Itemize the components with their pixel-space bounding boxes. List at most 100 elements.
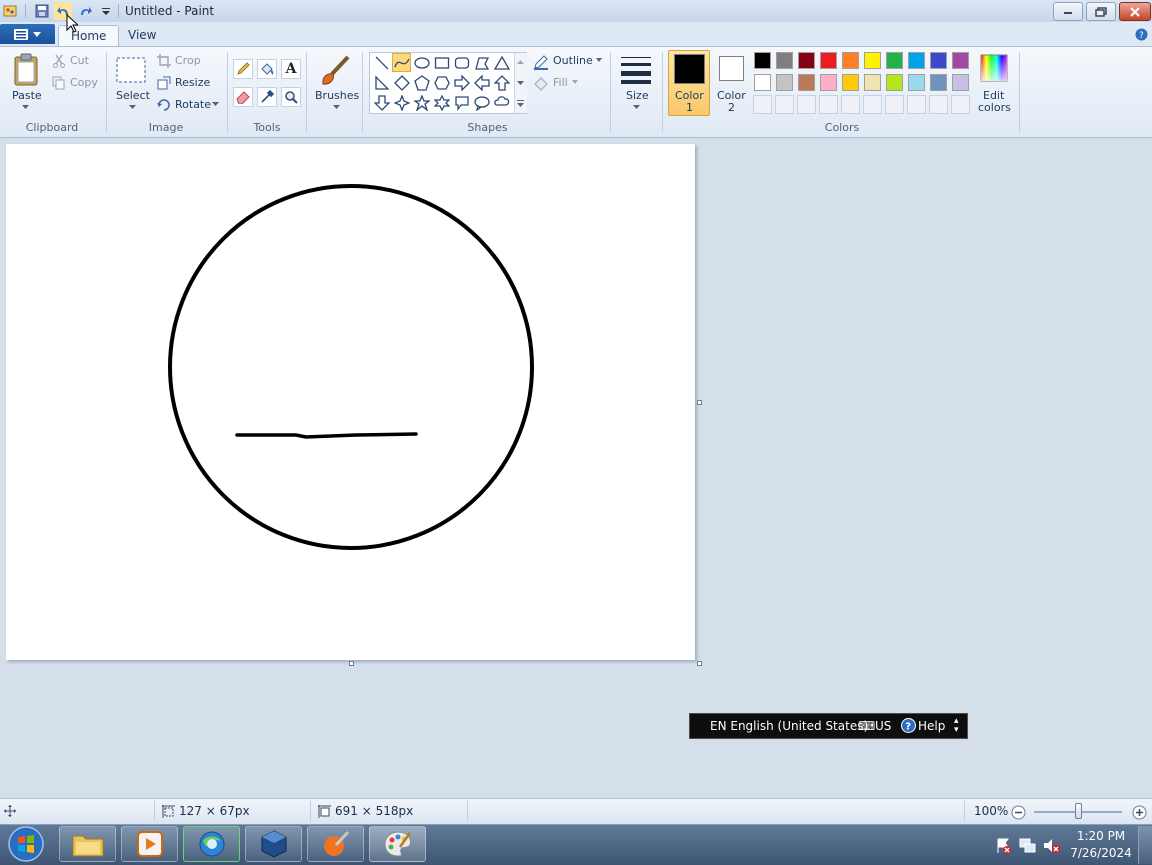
zoom-in-icon[interactable] [1131, 804, 1147, 820]
language-help[interactable]: Help [918, 719, 945, 733]
minimize-button[interactable] [1053, 2, 1083, 21]
palette-swatch[interactable] [820, 74, 837, 91]
language-bar-options-icon[interactable]: ▴ ▾ [954, 717, 959, 735]
palette-swatch[interactable] [798, 74, 815, 91]
curve-shape-icon[interactable] [392, 53, 411, 72]
gallery-expand-icon[interactable] [515, 98, 525, 108]
palette-swatch[interactable] [908, 74, 925, 91]
five-point-star-shape-icon[interactable] [412, 93, 431, 112]
volume-muted-icon[interactable] [1042, 836, 1060, 854]
taskbar-explorer[interactable] [59, 826, 116, 862]
chevron-down-icon[interactable] [211, 101, 219, 107]
diamond-shape-icon[interactable] [392, 73, 411, 92]
start-button[interactable] [5, 825, 47, 863]
taskbar-app-orange[interactable] [307, 826, 364, 862]
up-arrow-shape-icon[interactable] [492, 73, 511, 92]
left-arrow-shape-icon[interactable] [472, 73, 491, 92]
text-icon[interactable]: A [281, 59, 301, 79]
custom-color-slot[interactable] [819, 95, 838, 114]
brushes-icon[interactable] [317, 53, 353, 89]
chevron-down-icon[interactable] [631, 104, 641, 110]
hexagon-shape-icon[interactable] [432, 73, 451, 92]
palette-swatch[interactable] [776, 74, 793, 91]
copy-button[interactable]: Copy [70, 76, 98, 89]
chevron-down-icon[interactable] [127, 104, 137, 110]
resize-button[interactable]: Resize [175, 76, 210, 89]
rotate-button[interactable]: Rotate [175, 98, 211, 111]
custom-color-slot[interactable] [797, 95, 816, 114]
size-button[interactable]: Size [626, 89, 649, 102]
down-arrow-shape-icon[interactable] [372, 93, 391, 112]
custom-color-slot[interactable] [885, 95, 904, 114]
restore-button[interactable] [1086, 2, 1116, 21]
chevron-down-icon[interactable] [20, 104, 30, 110]
rounded-callout-shape-icon[interactable] [452, 93, 471, 112]
palette-swatch[interactable] [842, 74, 859, 91]
chevron-down-icon[interactable] [596, 57, 602, 63]
triangle-shape-icon[interactable] [492, 53, 511, 72]
help-circle-icon[interactable]: ? [901, 718, 916, 736]
chevron-down-icon[interactable] [331, 104, 341, 110]
custom-color-slot[interactable] [929, 95, 948, 114]
keyboard-icon[interactable]: ⌨ [858, 719, 875, 733]
polygon-shape-icon[interactable] [472, 53, 491, 72]
pencil-icon[interactable] [233, 59, 253, 79]
custom-color-slot[interactable] [753, 95, 772, 114]
resize-handle-corner[interactable] [697, 661, 702, 666]
right-arrow-shape-icon[interactable] [452, 73, 471, 92]
rectangle-shape-icon[interactable] [432, 53, 451, 72]
oval-shape-icon[interactable] [412, 53, 431, 72]
keyboard-layout[interactable]: US [875, 719, 891, 733]
palette-swatch[interactable] [930, 52, 947, 69]
pentagon-shape-icon[interactable] [412, 73, 431, 92]
edit-colors-icon[interactable] [979, 53, 1009, 83]
color2-swatch[interactable] [719, 56, 744, 81]
palette-swatch[interactable] [908, 52, 925, 69]
color-picker-icon[interactable] [257, 87, 277, 107]
language-indicator[interactable]: EN English (United States) [710, 719, 868, 733]
six-point-star-shape-icon[interactable] [432, 93, 451, 112]
taskbar-media-player[interactable] [121, 826, 178, 862]
palette-swatch[interactable] [754, 74, 771, 91]
fill-icon[interactable] [257, 59, 277, 79]
clock-time[interactable]: 1:20 PM [1066, 829, 1136, 843]
custom-color-slot[interactable] [951, 95, 970, 114]
network-icon[interactable] [1018, 836, 1036, 854]
scroll-down-icon[interactable] [515, 79, 525, 87]
palette-swatch[interactable] [886, 52, 903, 69]
close-button[interactable] [1119, 2, 1151, 21]
crop-button[interactable]: Crop [175, 54, 201, 67]
help-icon[interactable]: ? [1134, 27, 1148, 41]
action-center-icon[interactable] [994, 836, 1012, 854]
cloud-callout-shape-icon[interactable] [492, 93, 511, 112]
taskbar-virtualbox[interactable] [245, 826, 302, 862]
zoom-out-icon[interactable] [1010, 804, 1026, 820]
select-button[interactable]: Select [116, 89, 150, 102]
magnifier-icon[interactable] [281, 87, 301, 107]
palette-swatch[interactable] [864, 52, 881, 69]
palette-swatch[interactable] [754, 52, 771, 69]
chevron-down-icon[interactable] [572, 79, 578, 85]
palette-swatch[interactable] [864, 74, 881, 91]
palette-swatch[interactable] [952, 52, 969, 69]
edit-colors-label-2[interactable]: colors [978, 101, 1011, 114]
scroll-up-icon[interactable] [515, 58, 525, 66]
palette-swatch[interactable] [842, 52, 859, 69]
eraser-icon[interactable] [233, 87, 253, 107]
customize-toolbar-icon[interactable] [97, 2, 115, 20]
drawing-canvas[interactable] [6, 144, 695, 660]
paste-icon[interactable] [10, 52, 44, 88]
size-icon[interactable] [619, 53, 653, 87]
right-triangle-shape-icon[interactable] [372, 73, 391, 92]
palette-swatch[interactable] [776, 52, 793, 69]
four-point-star-shape-icon[interactable] [392, 93, 411, 112]
palette-swatch[interactable] [930, 74, 947, 91]
paste-button[interactable]: Paste [12, 89, 42, 102]
cut-button[interactable]: Cut [70, 54, 89, 67]
redo-icon[interactable] [77, 2, 95, 20]
resize-handle-right[interactable] [697, 400, 702, 405]
fill-button[interactable]: Fill [553, 76, 568, 89]
save-icon[interactable] [33, 2, 51, 20]
brushes-button[interactable]: Brushes [315, 89, 359, 102]
rounded-rectangle-shape-icon[interactable] [452, 53, 471, 72]
